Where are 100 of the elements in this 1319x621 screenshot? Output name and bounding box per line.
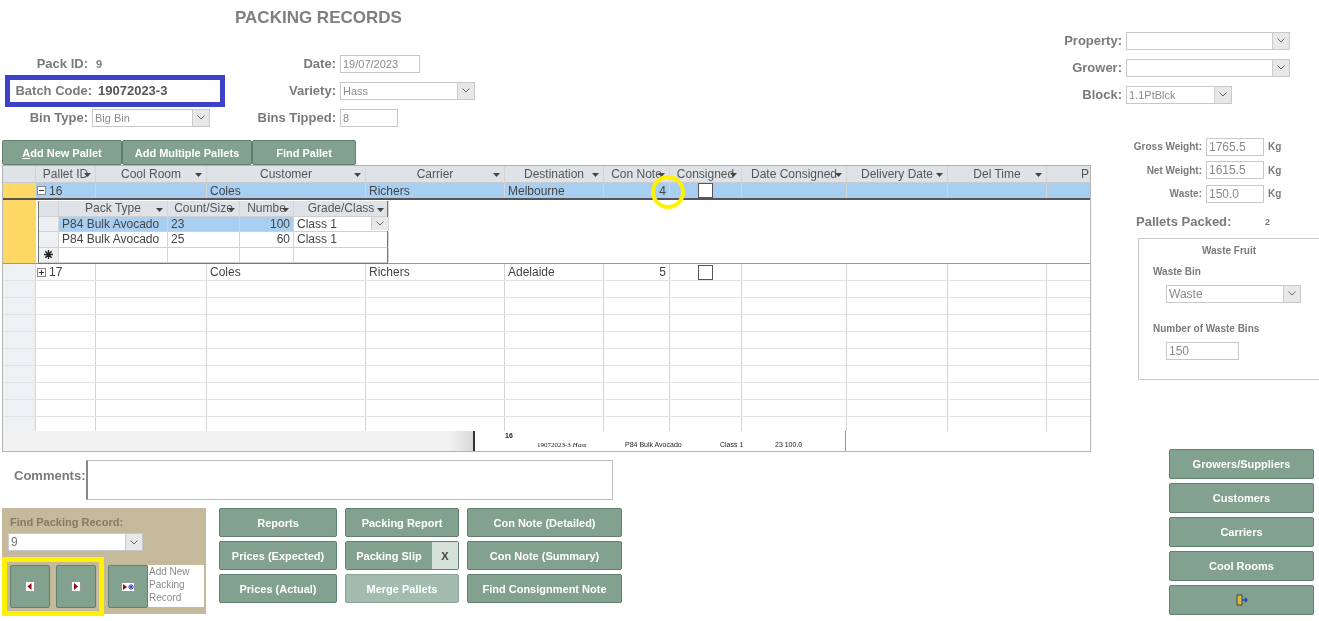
field-label: Variety: xyxy=(288,83,337,98)
find-record-dropdown[interactable]: 9 xyxy=(8,533,143,551)
row-selector[interactable] xyxy=(3,349,36,365)
weight-field[interactable]: 1615.5 xyxy=(1206,161,1264,180)
row-selector[interactable] xyxy=(3,383,36,399)
weight-field[interactable]: 1765.5 xyxy=(1206,137,1264,156)
waste-bins-field[interactable]: 150 xyxy=(1166,341,1239,360)
row-selector[interactable] xyxy=(3,298,36,314)
column-header[interactable]: Cool Room xyxy=(96,166,207,182)
pack-id-value: 9 xyxy=(95,57,104,70)
next-record-button[interactable] xyxy=(56,565,96,608)
dropdown-triangle-icon xyxy=(592,173,599,177)
action-button[interactable]: Prices (Expected) xyxy=(219,541,337,570)
action-button[interactable]: Con Note (Summary) xyxy=(467,541,622,570)
column-header[interactable]: P xyxy=(1047,166,1090,182)
column-header[interactable]: Count/Size xyxy=(168,201,240,216)
table-cell: Class 1 xyxy=(297,216,337,231)
table-row[interactable]: 16 Coles Richers Melbourne 4 xyxy=(3,183,1090,200)
action-button[interactable]: Packing Slip xyxy=(346,542,432,569)
date-field[interactable]: 19/07/2023 xyxy=(340,54,420,73)
column-header[interactable]: Carrier xyxy=(366,166,505,182)
field-label: Number of Waste Bins xyxy=(1153,322,1261,334)
row-selector[interactable] xyxy=(3,400,36,416)
table-cell: 100 xyxy=(269,216,290,231)
dropdown-triangle-icon xyxy=(156,208,163,212)
new-record-icon xyxy=(121,581,135,592)
dropdown-triangle-icon xyxy=(354,173,361,177)
dropdown-triangle-icon xyxy=(936,173,943,177)
column-header[interactable]: Date Consigned xyxy=(742,166,847,182)
checkbox[interactable] xyxy=(698,264,713,280)
table-cell: 16 xyxy=(49,183,63,198)
waste-bin-dropdown[interactable]: Waste xyxy=(1166,284,1301,303)
column-header[interactable]: Pack Type xyxy=(59,201,168,216)
exit-button[interactable] xyxy=(1169,584,1314,615)
close-button[interactable]: X xyxy=(432,542,458,569)
chevron-down-icon xyxy=(130,539,138,545)
column-header[interactable]: Del Time xyxy=(948,166,1047,182)
column-header[interactable]: Con Note xyxy=(604,166,670,182)
action-button[interactable]: Prices (Actual) xyxy=(219,574,337,603)
dropdown[interactable]: 1.1PtBlck xyxy=(1126,85,1232,104)
bin-type-dropdown[interactable]: Big Bin xyxy=(92,108,210,127)
nav-button[interactable]: Growers/Suppliers xyxy=(1169,448,1314,479)
row-selector[interactable] xyxy=(3,315,36,331)
form-title: PACKING RECORDS xyxy=(234,7,403,29)
row-selector[interactable] xyxy=(3,332,36,348)
row-selector[interactable] xyxy=(3,366,36,382)
bins-tipped-field[interactable]: 8 xyxy=(340,108,398,127)
table-cell: Melbourne xyxy=(508,183,565,198)
chevron-down-icon xyxy=(462,88,470,93)
weight-field[interactable]: 150.0 xyxy=(1206,184,1264,203)
comments-field[interactable] xyxy=(86,460,613,500)
table-cell: 4 xyxy=(659,183,666,198)
nav-button[interactable]: Cool Rooms xyxy=(1169,550,1314,581)
table-cell: Class 1 xyxy=(297,232,337,247)
table-cell: Coles xyxy=(210,265,241,279)
collapse-icon[interactable] xyxy=(37,186,46,195)
pallet-button[interactable]: Find Pallet xyxy=(252,140,356,165)
expand-icon[interactable] xyxy=(37,267,46,277)
column-header[interactable]: Numbe xyxy=(240,201,294,216)
field-label: Bins Tipped: xyxy=(256,110,337,125)
dropdown[interactable] xyxy=(1126,31,1290,50)
table-cell: Richers xyxy=(369,265,410,279)
previous-record-button[interactable] xyxy=(10,565,50,608)
new-record-button[interactable] xyxy=(108,565,148,608)
column-header[interactable]: Grade/Class xyxy=(294,201,389,216)
column-header[interactable]: Customer xyxy=(207,166,366,182)
nav-button[interactable]: Carriers xyxy=(1169,516,1314,547)
table-cell: Adelaide xyxy=(508,265,555,279)
action-button[interactable]: Reports xyxy=(219,508,337,537)
new-row-icon xyxy=(44,250,53,260)
variety-dropdown[interactable]: Hass xyxy=(340,81,475,100)
scrollbar[interactable] xyxy=(3,431,473,451)
nav-button[interactable]: Customers xyxy=(1169,482,1314,513)
chevron-down-icon xyxy=(1277,65,1285,70)
pallets-packed-value: 2 xyxy=(1265,216,1270,227)
field-label: Find Packing Record: xyxy=(9,516,125,528)
column-header[interactable]: Consigned xyxy=(670,166,742,182)
table-row[interactable]: P84 Bulk Avocado 25 60 Class 1 xyxy=(39,232,387,248)
table-cell: 60 xyxy=(276,232,290,247)
field-label: Net Weight: xyxy=(1145,164,1203,176)
dropdown-triangle-icon xyxy=(228,208,235,212)
pallet-button[interactable]: Add Multiple Pallets xyxy=(122,140,252,165)
action-button[interactable]: Find Consignment Note xyxy=(467,574,622,603)
column-header[interactable]: Delivery Date xyxy=(847,166,948,182)
chevron-down-icon xyxy=(1277,38,1285,43)
previous-record-icon xyxy=(25,581,35,592)
row-selector[interactable] xyxy=(39,232,59,247)
table-cell: 17 xyxy=(49,265,63,279)
dropdown-triangle-icon xyxy=(493,173,500,177)
checkbox[interactable] xyxy=(698,183,713,198)
new-record-label: Add New Packing Record xyxy=(148,565,204,607)
field-label: Waste Bin xyxy=(1153,265,1202,277)
table-row[interactable]: 17 Coles Richers Adelaide 5 xyxy=(3,264,1090,281)
field-label: Grower: xyxy=(1071,60,1123,75)
pallet-button[interactable]: Add New Pallet xyxy=(2,140,122,165)
column-header[interactable]: Destination xyxy=(505,166,604,182)
action-button[interactable]: Packing Report xyxy=(345,508,459,537)
dropdown[interactable] xyxy=(1126,58,1290,77)
field-label: Bin Type: xyxy=(28,110,89,125)
action-button[interactable]: Con Note (Detailed) xyxy=(467,508,622,537)
